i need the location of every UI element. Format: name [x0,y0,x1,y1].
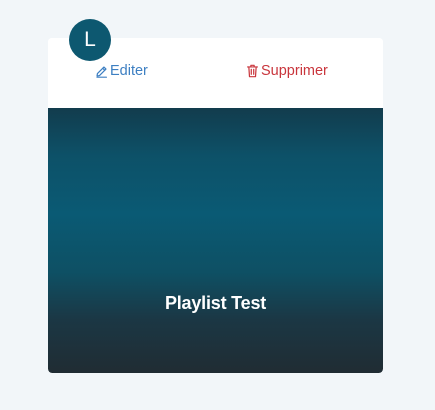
avatar[interactable]: L [69,19,111,61]
avatar-initial: L [84,28,96,51]
delete-label: Supprimer [261,63,328,79]
delete-button[interactable]: Supprimer [246,63,328,79]
edit-label: Editer [110,63,148,79]
trash-icon [246,64,259,78]
playlist-title: Playlist Test [164,293,267,313]
playlist-card: Editer Supprimer Playlist Test [48,38,383,373]
edit-button[interactable]: Editer [95,63,148,79]
pencil-icon [95,65,108,78]
playlist-cover[interactable]: Playlist Test [48,108,383,373]
